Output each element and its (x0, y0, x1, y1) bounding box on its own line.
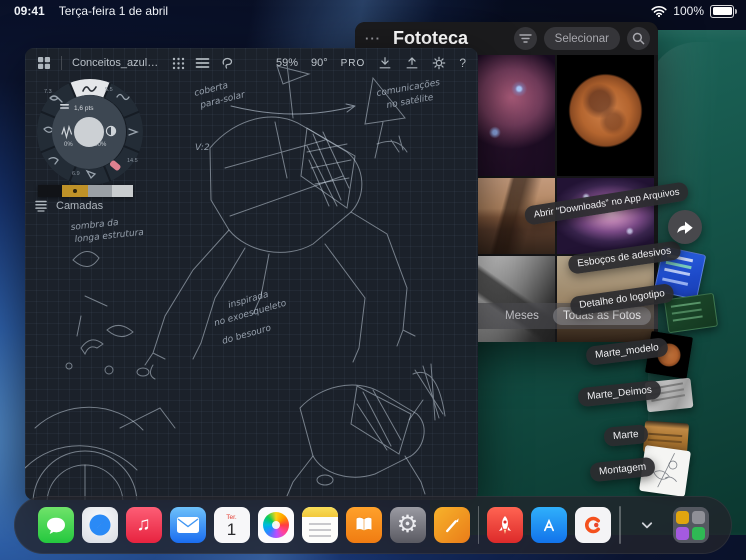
drag-item-label[interactable]: Marte (603, 424, 649, 447)
smoothing-value: 0% (64, 142, 73, 148)
layers-panel-button[interactable]: Camadas (34, 200, 103, 212)
segment-value: 6.9 (72, 171, 80, 177)
grid-settings-button[interactable] (172, 57, 185, 70)
dock-rocket-app-icon[interactable] (487, 507, 523, 543)
dock-concepts-icon[interactable] (433, 507, 470, 543)
clock: 09:41 (14, 4, 45, 18)
dock-photos-icon[interactable] (257, 507, 294, 543)
ipad-screen: 09:41 Terça-feira 1 de abril 100% Meses … (0, 0, 746, 560)
toolbar-divider (61, 56, 62, 70)
notes-yellow-band (301, 507, 338, 517)
swatch-gold-selected[interactable] (62, 185, 88, 197)
swatch-gray[interactable] (88, 185, 112, 197)
dock-calendar-icon[interactable]: Ter. 1 (213, 507, 250, 543)
search-icon[interactable] (627, 27, 650, 50)
app-library-mini-grid (676, 510, 705, 540)
dock-divider (477, 506, 479, 544)
dock-fototeca-app-icon[interactable] (575, 507, 611, 543)
dock-collapse-chevron[interactable] (629, 507, 665, 543)
line-weight-value: 1,6 pts (74, 105, 94, 112)
color-swatch-bar (38, 185, 133, 197)
rotation-value[interactable]: 90° (311, 57, 328, 69)
dock-app-store-icon[interactable] (531, 507, 567, 543)
dock-divider (619, 506, 621, 544)
dock-music-icon[interactable]: ♫ (125, 507, 162, 543)
calendar-day: 1 (226, 520, 237, 539)
export-button[interactable] (405, 56, 419, 70)
import-button[interactable] (378, 56, 392, 70)
help-button[interactable]: ? (459, 56, 466, 70)
dock: ♫ Ter. 1 ⚙ (14, 496, 732, 554)
sketch-marks (648, 432, 683, 437)
annotation-inspired-3: do besouro (221, 323, 273, 347)
layers-list-button[interactable] (195, 57, 210, 69)
swatch-light-gray[interactable] (112, 185, 133, 197)
filter-button[interactable] (513, 27, 537, 50)
annotation-version: V:2 (195, 143, 210, 153)
projects-grid-button[interactable] (37, 56, 51, 70)
sticker-marks (670, 301, 701, 308)
segment-value: 14.5 (127, 158, 138, 164)
concepts-window: coberta para-solar comunicações no satél… (25, 48, 478, 500)
gear-glyph: ⚙ (396, 511, 419, 538)
tool-wheel[interactable]: 7.3 5.5 14.5 6.9 1,6 pts 0% 100% (35, 77, 145, 187)
chevron-down-icon (641, 522, 652, 529)
battery-percent: 100% (673, 4, 704, 18)
wifi-icon (651, 5, 667, 17)
dock-notes-icon[interactable] (301, 507, 338, 543)
music-note-glyph: ♫ (136, 514, 151, 535)
swatch-selected-dot (73, 189, 77, 193)
photo-mars-planet[interactable] (557, 55, 654, 176)
layers-label: Camadas (56, 200, 104, 212)
concepts-toolbar: Conceitos_azul… 59% 90° PRO ? (25, 48, 478, 78)
more-options-button[interactable]: ··· (365, 31, 381, 46)
dock-settings-icon[interactable]: ⚙ (389, 507, 426, 543)
color-preview[interactable] (74, 117, 104, 147)
dock-app-library-icon[interactable] (672, 507, 709, 543)
selection-lasso-button[interactable] (220, 56, 234, 70)
pro-badge[interactable]: PRO (341, 58, 366, 69)
forward-arrow-icon (677, 221, 693, 234)
tab-meses[interactable]: Meses (495, 307, 549, 325)
zoom-level[interactable]: 59% (276, 57, 298, 69)
dock-mail-icon[interactable] (169, 507, 206, 543)
layers-icon (35, 200, 47, 212)
segment-value: 7.3 (44, 89, 52, 95)
select-button[interactable]: Selecionar (543, 27, 620, 50)
fototeca-title: Fototeca (393, 28, 469, 48)
share-forward-button[interactable] (668, 210, 702, 244)
dock-books-icon[interactable] (345, 507, 382, 543)
notes-lines (308, 523, 331, 525)
battery-icon (710, 4, 737, 18)
settings-gear-icon[interactable] (432, 56, 446, 70)
swatch-black[interactable] (38, 185, 62, 197)
status-bar: 09:41 Terça-feira 1 de abril 100% (0, 0, 746, 22)
segment-value: 5.5 (105, 87, 113, 93)
photos-flower-glyph (262, 512, 289, 538)
dock-messages-icon[interactable] (37, 507, 74, 543)
dock-safari-icon[interactable] (81, 507, 118, 543)
date: Terça-feira 1 de abril (58, 4, 169, 18)
document-title[interactable]: Conceitos_azul… (72, 57, 158, 69)
